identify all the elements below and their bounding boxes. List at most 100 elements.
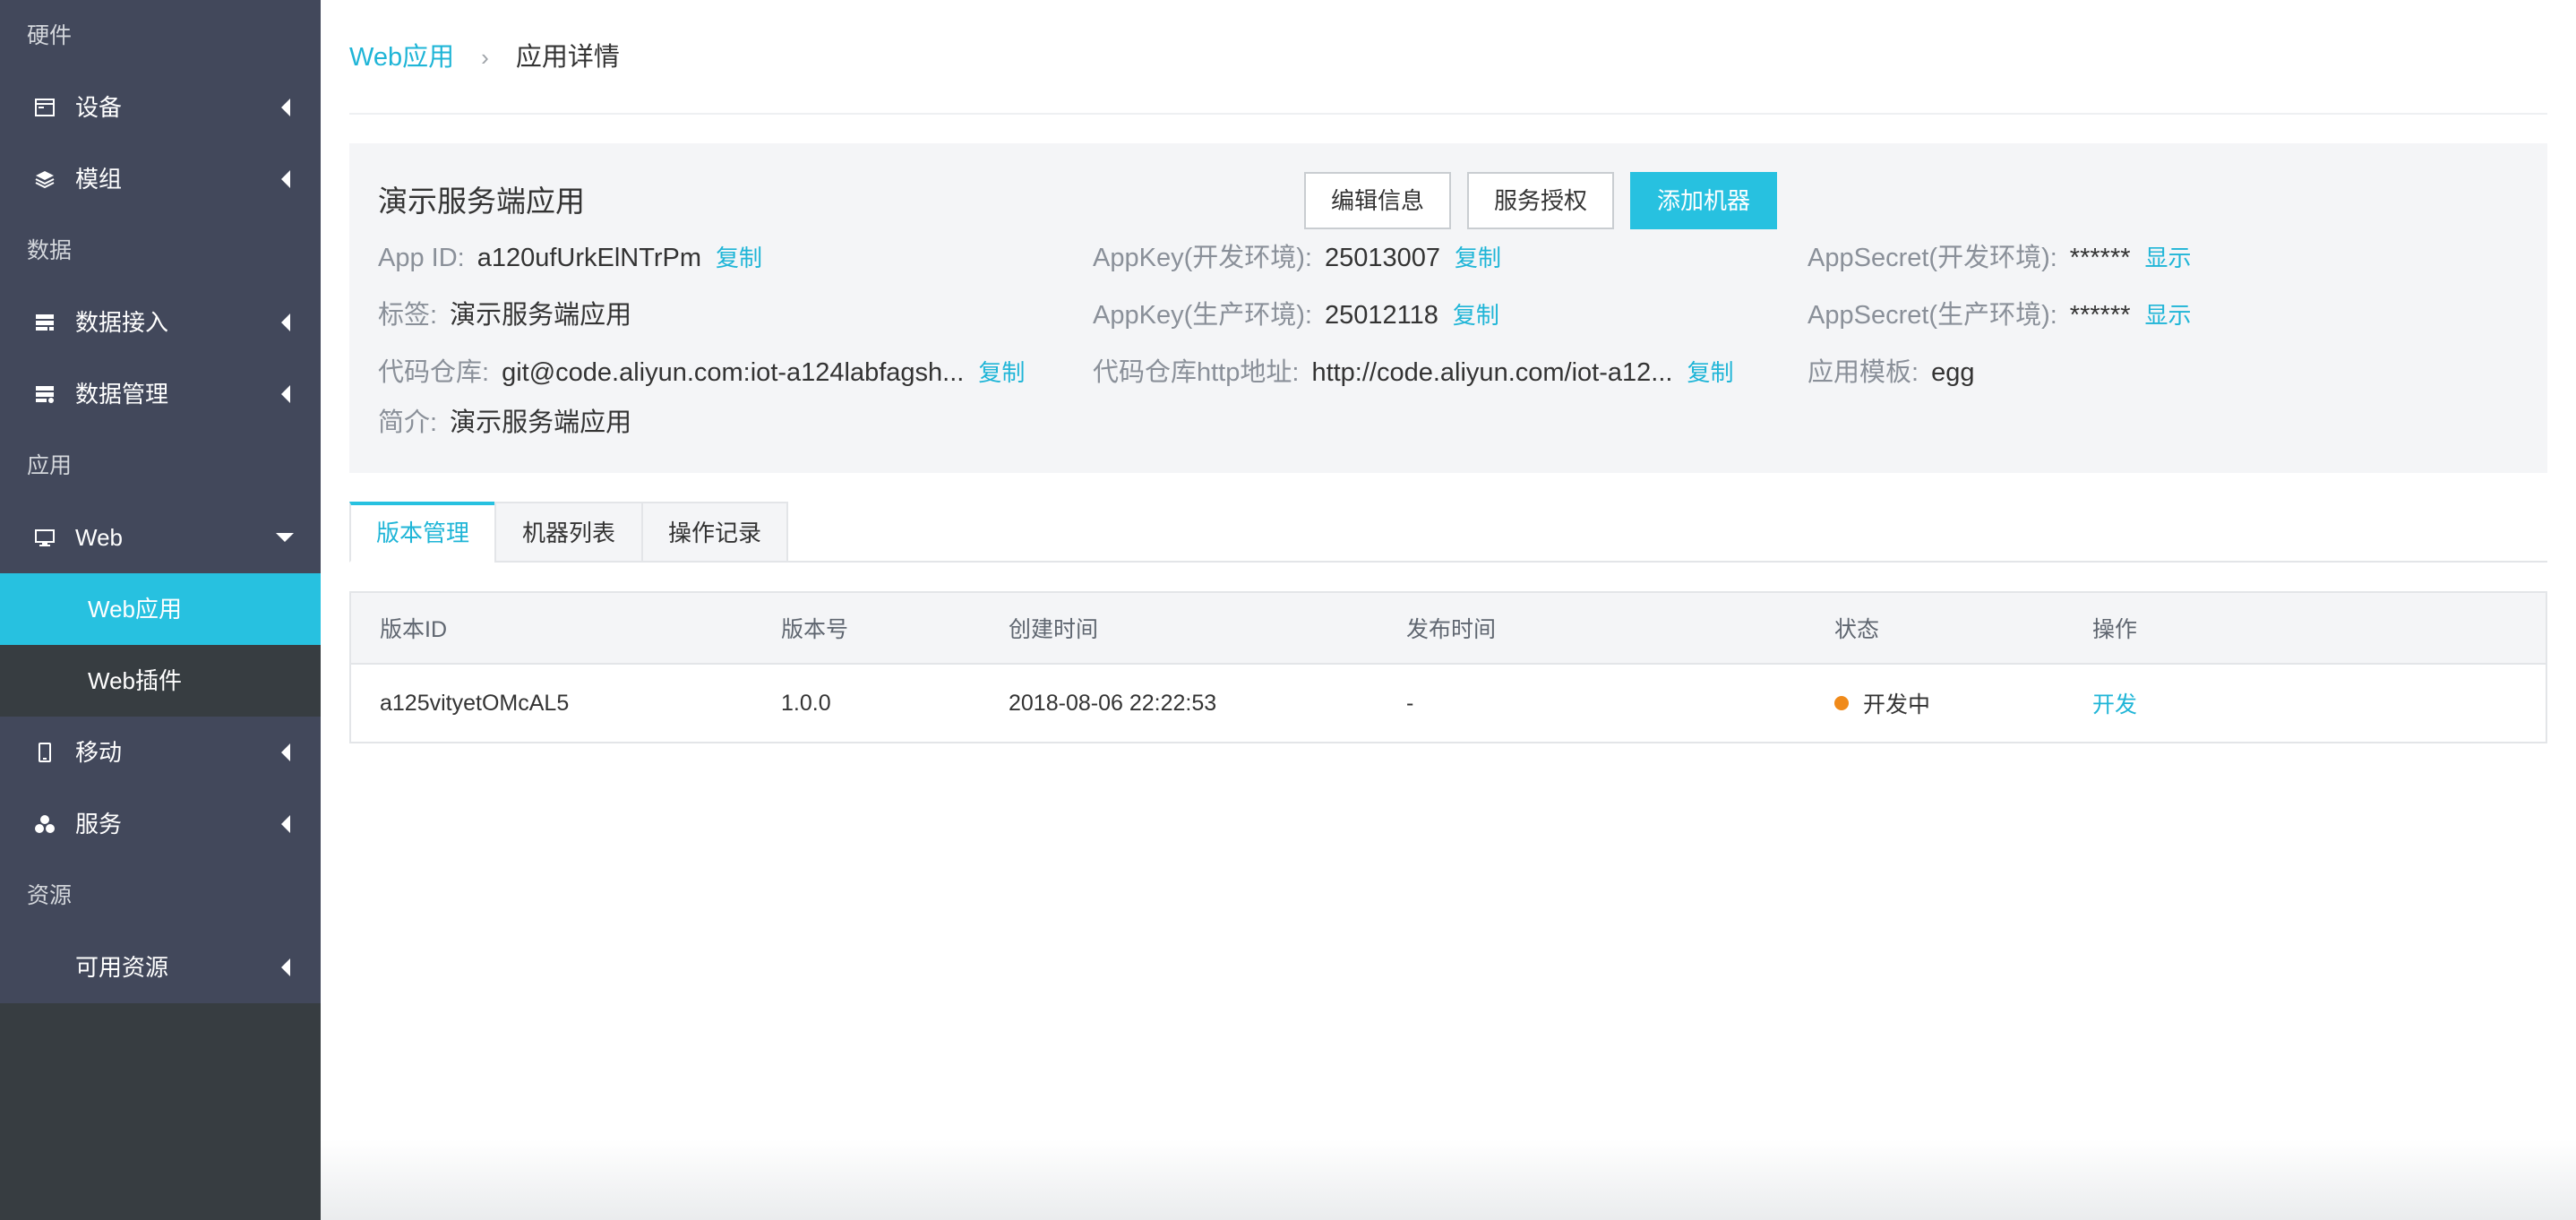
field-repo: 代码仓库: git@code.aliyun.com:iot-a124labfags… (378, 355, 1025, 391)
field-label: AppKey(开发环境): (1093, 244, 1312, 272)
nav-item-label: 服务 (75, 811, 123, 838)
column-header: 版本号 (781, 617, 849, 642)
cubes-icon (35, 815, 55, 833)
nav-item-device[interactable]: 设备 (0, 72, 321, 143)
caret-left-icon (281, 170, 290, 188)
field-repo-http: 代码仓库http地址: http://code.aliyun.com/iot-a1… (1093, 355, 1733, 391)
table-header: 版本ID 版本号 创建时间 发布时间 状态 操作 (351, 593, 2546, 665)
breadcrumb-divider (349, 113, 2547, 115)
sidebar-menu: 硬件 设备 模组 数据 数据接入 数据管理 应用 Web Web应用 Web插件… (0, 0, 321, 1003)
copy-link[interactable]: 复制 (716, 245, 762, 271)
field-appkey-prod: AppKey(生产环境): 25012118 复制 (1093, 297, 1499, 333)
nav-item-web[interactable]: Web (0, 502, 321, 573)
status-text: 开发中 (1863, 692, 1931, 717)
nav-item-label: 数据管理 (75, 381, 169, 408)
field-value: ****** (2069, 301, 2131, 330)
cell-version-id: a125vityetOMcAL5 (380, 690, 570, 716)
app-name-title: 演示服务端应用 (378, 185, 585, 218)
bottom-shade (321, 1139, 2576, 1220)
nav-item-service[interactable]: 服务 (0, 788, 321, 860)
nav-item-label: 模组 (75, 166, 123, 193)
tab-operation-log[interactable]: 操作记录 (641, 502, 788, 563)
caret-left-icon (281, 314, 290, 331)
field-label: AppSecret(生产环境): (1807, 301, 2057, 330)
nav-item-data-access[interactable]: 数据接入 (0, 287, 321, 358)
column-header: 创建时间 (1009, 617, 1099, 642)
copy-link[interactable]: 复制 (978, 359, 1025, 386)
sidebar: 硬件 设备 模组 数据 数据接入 数据管理 应用 Web Web应用 Web插件… (0, 0, 321, 1220)
column-header: 版本ID (380, 617, 448, 642)
copy-link[interactable]: 复制 (1687, 359, 1733, 386)
caret-left-icon (281, 815, 290, 833)
nav-item-available-resource[interactable]: 可用资源 (0, 932, 321, 1003)
group-title-data: 数据 (27, 238, 73, 263)
column-header: 操作 (2092, 617, 2138, 642)
edit-info-button[interactable]: 编辑信息 (1304, 172, 1451, 229)
caret-left-icon (281, 385, 290, 403)
field-label: App ID: (378, 244, 465, 272)
field-value: 演示服务端应用 (450, 301, 632, 330)
show-secret-link[interactable]: 显示 (2145, 302, 2192, 329)
table-row: a125vityetOMcAL5 1.0.0 2018-08-06 22:22:… (351, 665, 2546, 742)
group-title-resource: 资源 (27, 883, 73, 908)
caret-left-icon (281, 958, 290, 976)
cell-action: 开发 (2092, 665, 2137, 742)
breadcrumb-link-web-app[interactable]: Web应用 (349, 43, 454, 72)
show-secret-link[interactable]: 显示 (2145, 245, 2192, 271)
cell-version: 1.0.0 (781, 690, 831, 716)
monitor-icon (35, 529, 55, 546)
field-label: AppKey(生产环境): (1093, 301, 1312, 330)
app-info-panel: 演示服务端应用 编辑信息 服务授权 添加机器 App ID: a120ufUrkE… (349, 143, 2547, 473)
copy-link[interactable]: 复制 (1455, 245, 1501, 271)
field-value: 25012118 (1324, 301, 1438, 330)
server-icon (36, 314, 54, 331)
cell-published-time: - (1406, 690, 1414, 716)
field-value: a120ufUrkElNTrPm (477, 244, 702, 272)
caret-left-icon (281, 743, 290, 761)
breadcrumb-current: 应用详情 (515, 43, 620, 72)
version-table: 版本ID 版本号 创建时间 发布时间 状态 操作 a125vityetOMcAL… (349, 591, 2547, 743)
field-label: 应用模板: (1807, 358, 1919, 387)
nav-item-label: 可用资源 (75, 954, 169, 981)
nav-item-module[interactable]: 模组 (0, 143, 321, 215)
database-manage-icon (36, 386, 54, 403)
field-value: 25013007 (1324, 244, 1440, 272)
nav-item-label: 移动 (75, 739, 123, 766)
develop-link[interactable]: 开发 (2092, 687, 2137, 719)
field-label: AppSecret(开发环境): (1807, 244, 2057, 272)
service-authorize-button[interactable]: 服务授权 (1467, 172, 1614, 229)
tab-bar: 版本管理 机器列表 操作记录 (349, 502, 2547, 563)
field-appsecret-prod: AppSecret(生产环境): ****** 显示 (1807, 297, 2192, 333)
field-value: git@code.aliyun.com:iot-a124labfagsh... (502, 358, 965, 387)
field-appsecret-dev: AppSecret(开发环境): ****** 显示 (1807, 240, 2192, 276)
browser-window-icon (35, 99, 55, 116)
column-header: 状态 (1834, 617, 1880, 642)
copy-link[interactable]: 复制 (1453, 302, 1499, 329)
field-value: ****** (2069, 244, 2131, 272)
sidebar-item-web-app[interactable]: Web应用 (0, 573, 321, 645)
nav-item-label: Web (75, 524, 123, 551)
field-app-id: App ID: a120ufUrkElNTrPm 复制 (378, 240, 762, 276)
nav-item-label: 设备 (75, 94, 123, 121)
field-value: http://code.aliyun.com/iot-a12... (1311, 358, 1673, 387)
main-content: Web应用 › 应用详情 演示服务端应用 编辑信息 服务授权 添加机器 App … (321, 0, 2576, 1220)
nav-item-mobile[interactable]: 移动 (0, 717, 321, 788)
nav-item-data-manage[interactable]: 数据管理 (0, 358, 321, 430)
group-title-app: 应用 (27, 453, 73, 478)
column-header: 发布时间 (1406, 617, 1497, 642)
field-label: 简介: (378, 408, 438, 437)
field-value: egg (1931, 358, 1975, 387)
tab-machine-list[interactable]: 机器列表 (494, 502, 643, 563)
field-label: 代码仓库http地址: (1093, 358, 1300, 387)
breadcrumb-separator-icon: › (481, 44, 489, 71)
caret-left-icon (281, 99, 290, 116)
add-machine-button[interactable]: 添加机器 (1630, 172, 1777, 229)
breadcrumb: Web应用 › 应用详情 (349, 36, 620, 79)
status-dot-icon (1834, 696, 1849, 710)
group-title-hardware: 硬件 (27, 23, 73, 48)
field-value: 演示服务端应用 (450, 408, 632, 437)
tab-version-manage[interactable]: 版本管理 (349, 502, 496, 563)
field-appkey-dev: AppKey(开发环境): 25013007 复制 (1093, 240, 1501, 276)
sidebar-item-web-plugin[interactable]: Web插件 (0, 645, 321, 717)
field-tag: 标签: 演示服务端应用 (378, 297, 631, 333)
